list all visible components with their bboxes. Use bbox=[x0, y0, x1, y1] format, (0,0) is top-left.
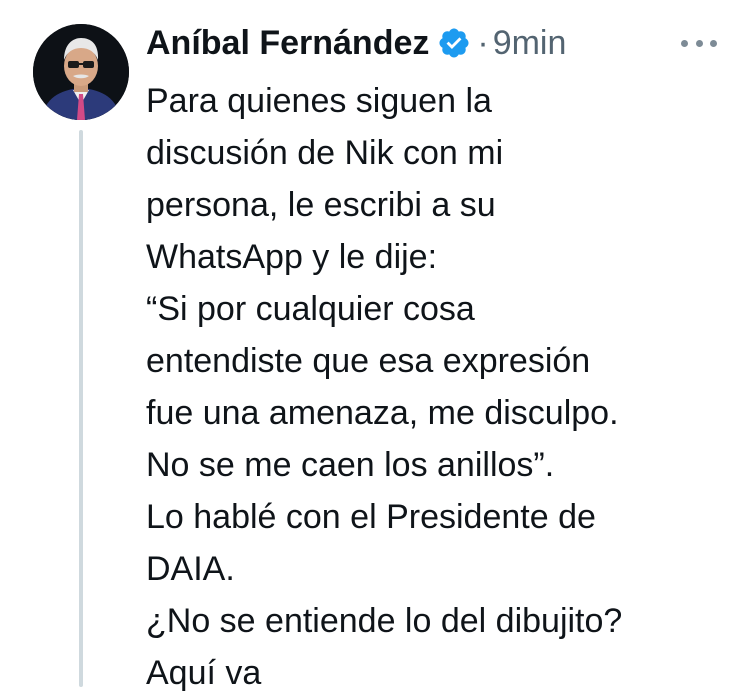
avatar[interactable] bbox=[33, 24, 129, 120]
author-name[interactable]: Aníbal Fernández bbox=[146, 24, 429, 63]
verified-badge-icon bbox=[437, 26, 471, 60]
tweet-header: Aníbal Fernández · 9min bbox=[146, 20, 566, 66]
tweet-text-line: persona, le escribi a su bbox=[146, 186, 496, 224]
tweet-text-line: DAIA. bbox=[146, 550, 235, 588]
tweet-text-line: Lo hablé con el Presidente de bbox=[146, 498, 596, 536]
thread-line bbox=[79, 130, 83, 687]
tweet-text-line: discusión de Nik con mi bbox=[146, 134, 504, 172]
tweet-text-line: fue una amenaza, me disculpo. bbox=[146, 394, 619, 432]
more-dot bbox=[710, 39, 717, 47]
tweet-text-line: Para quienes siguen la bbox=[146, 82, 492, 120]
avatar-image bbox=[33, 24, 129, 120]
more-options-icon[interactable] bbox=[681, 36, 717, 50]
tweet-text: Para quienes siguen la discusión de Nik … bbox=[146, 75, 736, 699]
tweet-text-line: entendiste que esa expresión bbox=[146, 342, 591, 380]
more-dot bbox=[695, 39, 703, 47]
tweet[interactable]: Aníbal Fernández · 9min Para quienes sig… bbox=[0, 0, 750, 692]
tweet-text-line: WhatsApp y le dije: bbox=[146, 238, 438, 276]
tweet-text-line: Aquí va bbox=[146, 654, 262, 692]
timestamp[interactable]: 9min bbox=[493, 24, 567, 63]
tweet-text-line: ¿No se entiende lo del dibujito? bbox=[146, 602, 623, 640]
tweet-text-line: “Si por cualquier cosa bbox=[146, 290, 475, 328]
more-dot bbox=[681, 39, 688, 47]
separator-dot: · bbox=[477, 23, 489, 62]
tweet-text-line: No se me caen los anillos”. bbox=[146, 446, 555, 484]
